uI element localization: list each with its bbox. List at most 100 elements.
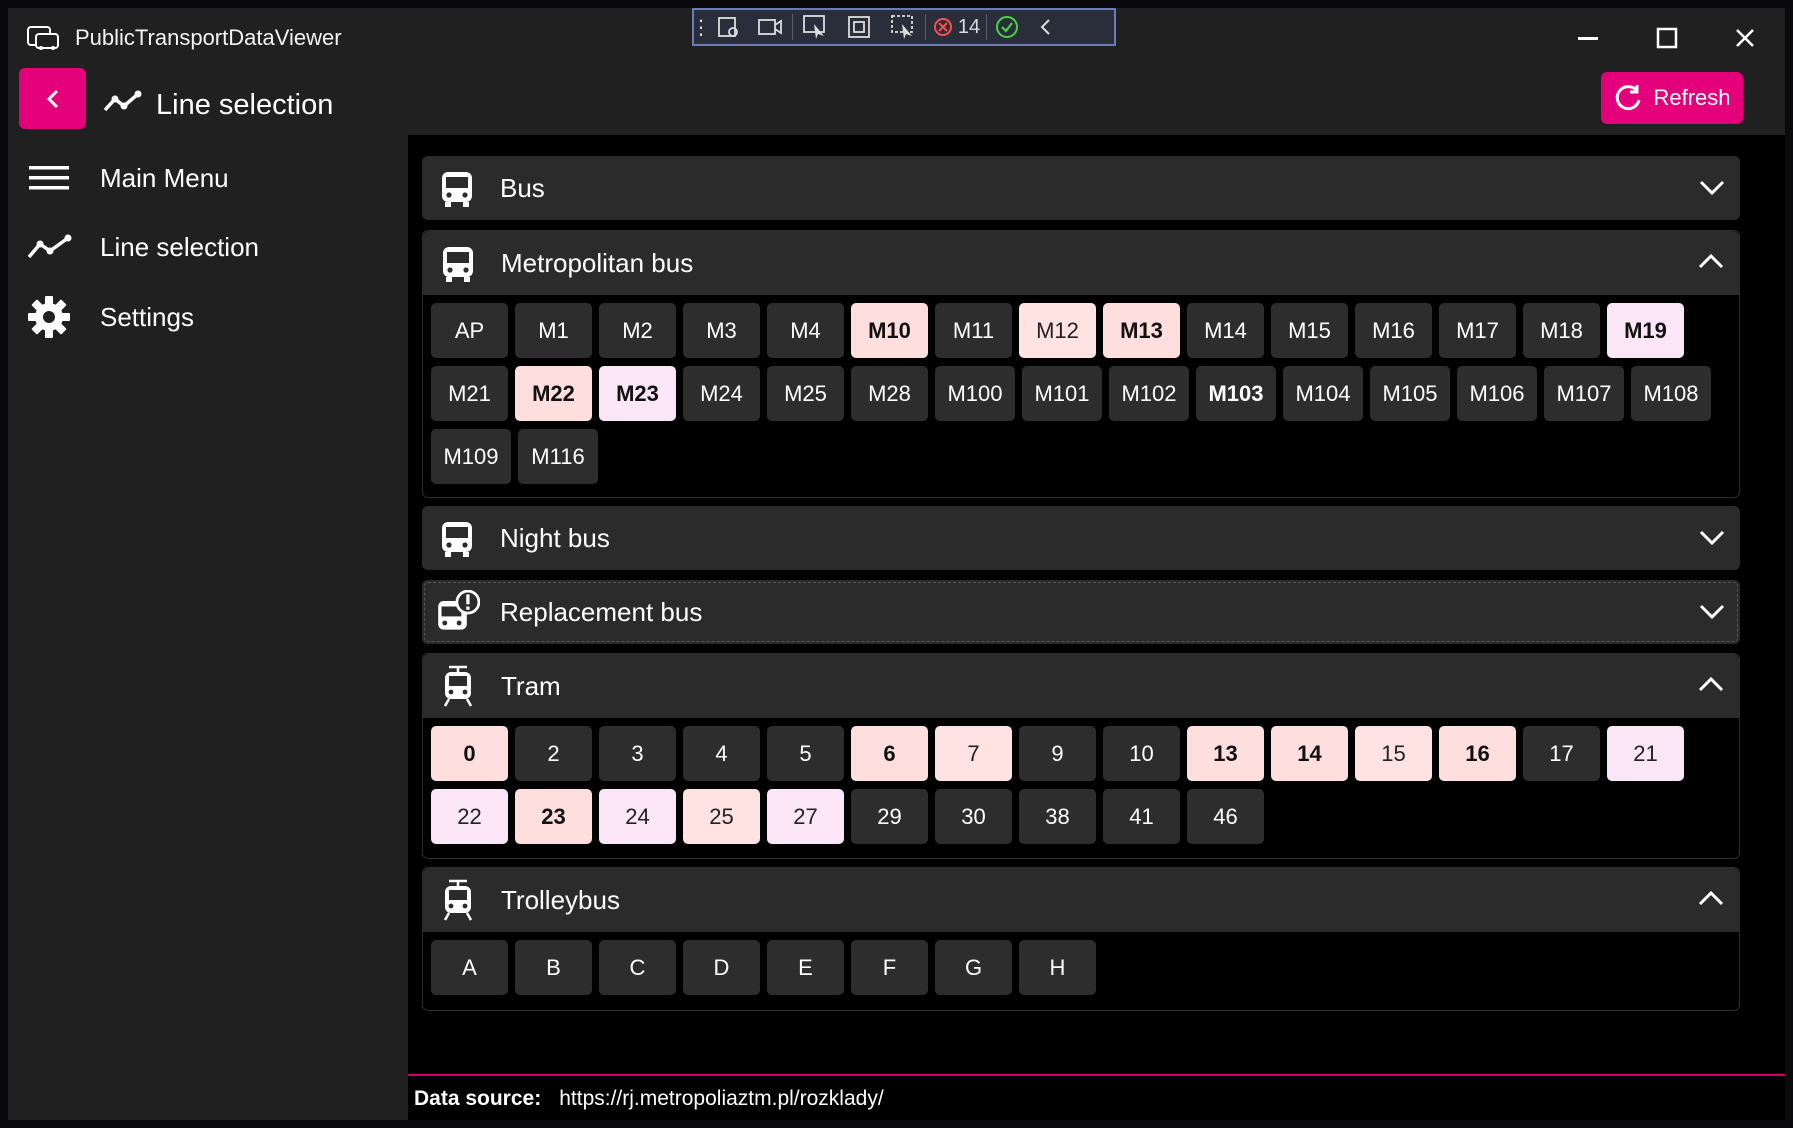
back-button[interactable] — [19, 68, 86, 129]
line-chip[interactable]: M106 — [1457, 366, 1537, 421]
line-chip[interactable]: 30 — [935, 789, 1012, 844]
line-chip[interactable]: M101 — [1022, 366, 1102, 421]
layout-adorner-icon[interactable] — [837, 10, 881, 44]
section-header-night-bus[interactable]: Night bus — [422, 506, 1740, 570]
line-chip[interactable]: M4 — [767, 303, 844, 358]
line-chip[interactable]: F — [851, 940, 928, 995]
select-element-icon[interactable] — [793, 10, 837, 44]
line-chip[interactable]: 2 — [515, 726, 592, 781]
line-chip[interactable]: 0 — [431, 726, 508, 781]
line-chip[interactable]: M116 — [518, 429, 598, 484]
section-header-bus[interactable]: Bus — [422, 156, 1740, 220]
line-chip[interactable]: C — [599, 940, 676, 995]
line-chip[interactable]: M28 — [851, 366, 928, 421]
line-chip[interactable]: 16 — [1439, 726, 1516, 781]
line-chip[interactable]: M22 — [515, 366, 592, 421]
line-chip[interactable]: M21 — [431, 366, 508, 421]
section-header-trolleybus[interactable]: Trolleybus — [423, 868, 1739, 932]
line-chip[interactable]: M16 — [1355, 303, 1432, 358]
line-chip[interactable]: M105 — [1370, 366, 1450, 421]
section-replacement-bus: Replacement bus — [422, 580, 1740, 644]
line-chip[interactable]: M103 — [1196, 366, 1276, 421]
hamburger-icon — [29, 166, 69, 190]
line-chip[interactable]: 23 — [515, 789, 592, 844]
nav-label: Settings — [100, 301, 194, 332]
line-chip[interactable]: 21 — [1607, 726, 1684, 781]
video-icon[interactable] — [748, 10, 792, 44]
line-chip[interactable]: M3 — [683, 303, 760, 358]
line-chip[interactable]: 46 — [1187, 789, 1264, 844]
line-chip[interactable]: M24 — [683, 366, 760, 421]
line-chip[interactable]: 10 — [1103, 726, 1180, 781]
line-chip[interactable]: 4 — [683, 726, 760, 781]
refresh-button[interactable]: Refresh — [1601, 72, 1743, 124]
line-chip[interactable]: G — [935, 940, 1012, 995]
line-chip[interactable]: A — [431, 940, 508, 995]
line-chip[interactable]: 13 — [1187, 726, 1264, 781]
line-chip[interactable]: H — [1019, 940, 1096, 995]
maximize-button[interactable] — [1644, 18, 1690, 58]
line-grid-tram: 0 2 3 4 5 6 7 9 10 13 14 15 16 17 21 22 23 24 25 27 29 30 38 41… — [423, 718, 1739, 860]
line-chip[interactable]: B — [515, 940, 592, 995]
nav-item-settings[interactable]: Settings — [26, 292, 194, 342]
line-chip[interactable]: 15 — [1355, 726, 1432, 781]
line-chip[interactable]: 24 — [599, 789, 676, 844]
line-chip[interactable]: M15 — [1271, 303, 1348, 358]
section-title: Tram — [501, 670, 561, 701]
section-night-bus: Night bus — [422, 506, 1740, 570]
section-header-tram[interactable]: Tram — [423, 654, 1739, 718]
binding-errors[interactable]: 14 — [926, 10, 986, 44]
nav-item-main-menu[interactable]: Main Menu — [26, 153, 229, 203]
line-chip[interactable]: 17 — [1523, 726, 1600, 781]
line-chip[interactable]: M10 — [851, 303, 928, 358]
collapse-toolbar-icon[interactable] — [1027, 10, 1063, 44]
line-chip[interactable]: 9 — [1019, 726, 1096, 781]
nav-item-line-selection[interactable]: Line selection — [26, 222, 259, 272]
track-focus-icon[interactable] — [881, 10, 925, 44]
line-chip[interactable]: M102 — [1109, 366, 1189, 421]
line-chip[interactable]: M12 — [1019, 303, 1096, 358]
line-chip[interactable]: M100 — [935, 366, 1015, 421]
section-header-metropolitan-bus[interactable]: Metropolitan bus — [423, 231, 1739, 295]
line-chip[interactable]: 5 — [767, 726, 844, 781]
page-title: Line selection — [156, 89, 334, 121]
line-chip[interactable]: M2 — [599, 303, 676, 358]
section-title: Trolleybus — [501, 884, 620, 915]
line-chip[interactable]: M11 — [935, 303, 1012, 358]
line-chip[interactable]: M107 — [1544, 366, 1624, 421]
line-chip[interactable]: M25 — [767, 366, 844, 421]
data-source-link[interactable]: https://rj.metropoliaztm.pl/rozklady/ — [559, 1087, 883, 1111]
line-chip[interactable]: 38 — [1019, 789, 1096, 844]
line-chip[interactable]: D — [683, 940, 760, 995]
line-chip[interactable]: M17 — [1439, 303, 1516, 358]
line-chip[interactable]: 6 — [851, 726, 928, 781]
line-chip[interactable]: 29 — [851, 789, 928, 844]
line-chip[interactable]: M19 — [1607, 303, 1684, 358]
minimize-button[interactable] — [1565, 18, 1611, 58]
line-chip[interactable]: 25 — [683, 789, 760, 844]
line-chip[interactable]: M23 — [599, 366, 676, 421]
line-chip[interactable]: M104 — [1283, 366, 1363, 421]
line-chip[interactable]: 3 — [599, 726, 676, 781]
bus-icon — [442, 522, 472, 557]
line-chip[interactable]: 7 — [935, 726, 1012, 781]
chevron-up-icon — [1698, 890, 1724, 906]
line-chip[interactable]: E — [767, 940, 844, 995]
line-chip[interactable]: M18 — [1523, 303, 1600, 358]
section-header-replacement-bus[interactable]: Replacement bus — [422, 580, 1740, 644]
line-chip[interactable]: M109 — [431, 429, 511, 484]
close-button[interactable] — [1722, 18, 1768, 58]
line-chip[interactable]: 27 — [767, 789, 844, 844]
live-tree-icon[interactable] — [708, 10, 748, 44]
check-icon[interactable] — [987, 10, 1027, 44]
line-chip[interactable]: 41 — [1103, 789, 1180, 844]
line-chip[interactable]: M14 — [1187, 303, 1264, 358]
line-chip[interactable]: M13 — [1103, 303, 1180, 358]
line-chip[interactable]: M108 — [1631, 366, 1711, 421]
line-chip[interactable]: 14 — [1271, 726, 1348, 781]
line-chip[interactable]: M1 — [515, 303, 592, 358]
line-chip[interactable]: 22 — [431, 789, 508, 844]
drag-handle-icon[interactable]: ⋮ — [691, 10, 711, 44]
line-chip[interactable]: AP — [431, 303, 508, 358]
section-title: Night bus — [500, 522, 610, 553]
